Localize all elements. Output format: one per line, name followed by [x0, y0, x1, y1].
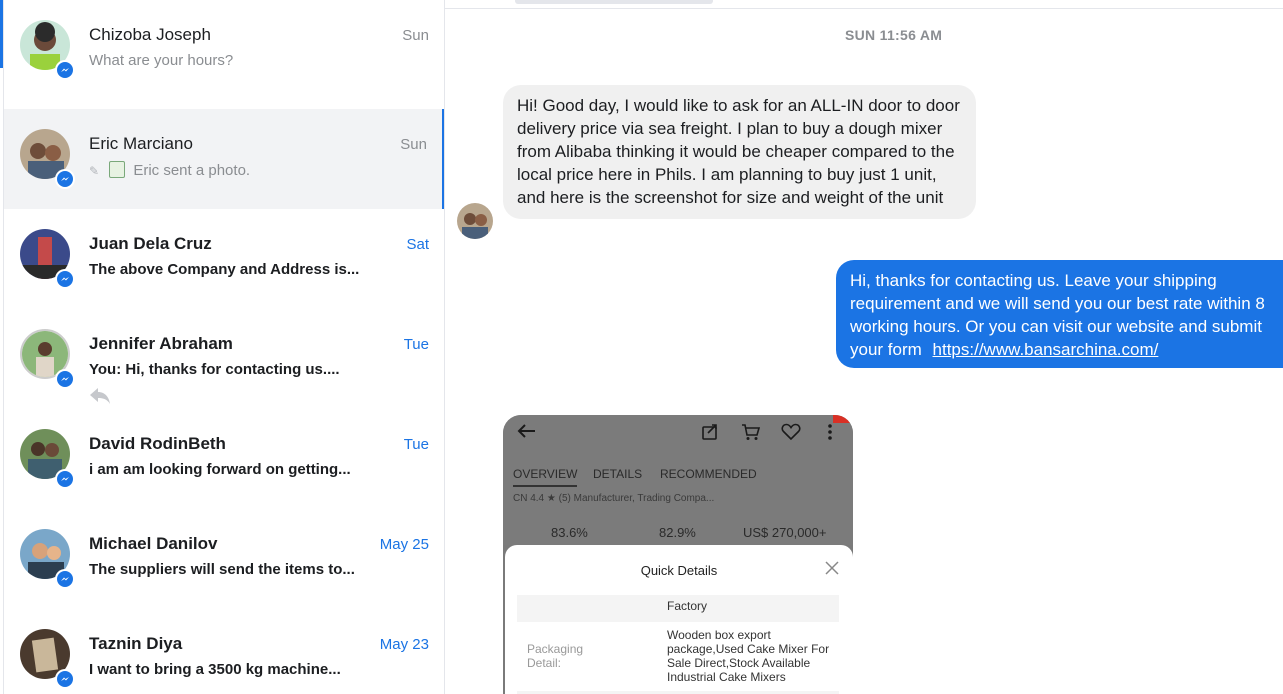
details-row: Packaging Detail: Wooden box export pack…	[517, 625, 839, 691]
messenger-badge-icon	[55, 60, 75, 80]
supplier-line: CN 4.4 ★ (5) Manufacturer, Trading Compa…	[513, 493, 715, 504]
messenger-app: Chizoba Joseph Sun What are your hours? …	[0, 0, 1283, 694]
tab-recommended: RECOMMENDED	[660, 467, 757, 481]
tab-details: DETAILS	[593, 467, 643, 481]
photo-corner-tag	[833, 415, 853, 423]
messenger-badge-icon	[55, 369, 75, 389]
tab-overview: OVERVIEW	[513, 467, 578, 487]
photo-attachment[interactable]: OVERVIEW DETAILS RECOMMENDED CN 4.4 ★ (5…	[503, 415, 853, 694]
details-label: Packaging Detail:	[527, 642, 584, 670]
rail-active-indicator	[0, 0, 3, 68]
conversation-item[interactable]: Jennifer Abraham Tue You: Hi, thanks for…	[4, 309, 444, 409]
messenger-badge-icon	[55, 669, 75, 689]
photo-icon	[109, 161, 126, 178]
close-icon	[825, 561, 839, 580]
heart-icon	[781, 423, 801, 446]
photo-header: OVERVIEW DETAILS RECOMMENDED CN 4.4 ★ (5…	[503, 415, 853, 545]
attachment-icon: ✎	[89, 164, 100, 178]
scroll-thumb[interactable]	[515, 0, 713, 4]
messenger-badge-icon	[55, 569, 75, 589]
stat-value: US$ 270,000+	[743, 525, 827, 540]
details-value: Wooden box export package,Used Cake Mixe…	[667, 628, 830, 684]
incoming-message[interactable]: Hi! Good day, I would like to ask for an…	[503, 85, 976, 219]
stat-value: 83.6%	[551, 525, 588, 540]
messenger-badge-icon	[55, 169, 75, 189]
chat-header-edge	[445, 0, 1283, 9]
cart-icon	[741, 423, 761, 446]
back-arrow-icon	[517, 423, 537, 444]
share-icon	[701, 423, 719, 446]
stat-value: 82.9%	[659, 525, 696, 540]
preview-row: ✎ Eric sent a photo.	[89, 161, 250, 179]
chat-thread: SUN 11:56 AM Hi! Good day, I would like …	[445, 0, 1283, 694]
message-timestamp: SUN 11:56 AM	[845, 27, 943, 43]
sheet-title: Quick Details	[640, 563, 718, 578]
website-link[interactable]: https://www.bansarchina.com/	[933, 340, 1159, 359]
conversation-item-selected[interactable]: Eric Marciano Sun ✎ Eric sent a photo.	[4, 109, 444, 209]
details-value: Factory	[667, 599, 708, 613]
preview-text: Eric sent a photo.	[133, 162, 251, 179]
conversation-list: Chizoba Joseph Sun What are your hours? …	[4, 0, 445, 694]
more-options-icon	[827, 423, 833, 446]
conversation-item[interactable]: Chizoba Joseph Sun What are your hours?	[4, 0, 444, 100]
outgoing-message[interactable]: Hi, thanks for contacting us. Leave your…	[836, 260, 1283, 368]
quick-details-sheet: Quick Details Factory Packaging Detail: …	[505, 545, 853, 694]
conversation-item[interactable]: David RodinBeth Tue i am am looking forw…	[4, 409, 444, 509]
messenger-badge-icon	[55, 469, 75, 489]
conversation-item[interactable]: Michael Danilov May 25 The suppliers wil…	[4, 509, 444, 609]
reply-icon	[89, 387, 111, 410]
messenger-badge-icon	[55, 269, 75, 289]
sender-avatar[interactable]	[457, 203, 493, 239]
conversation-item[interactable]: Juan Dela Cruz Sat The above Company and…	[4, 209, 444, 309]
details-row: Factory	[517, 595, 839, 622]
conversation-item[interactable]: Taznin Diya May 23 I want to bring a 350…	[4, 609, 444, 694]
